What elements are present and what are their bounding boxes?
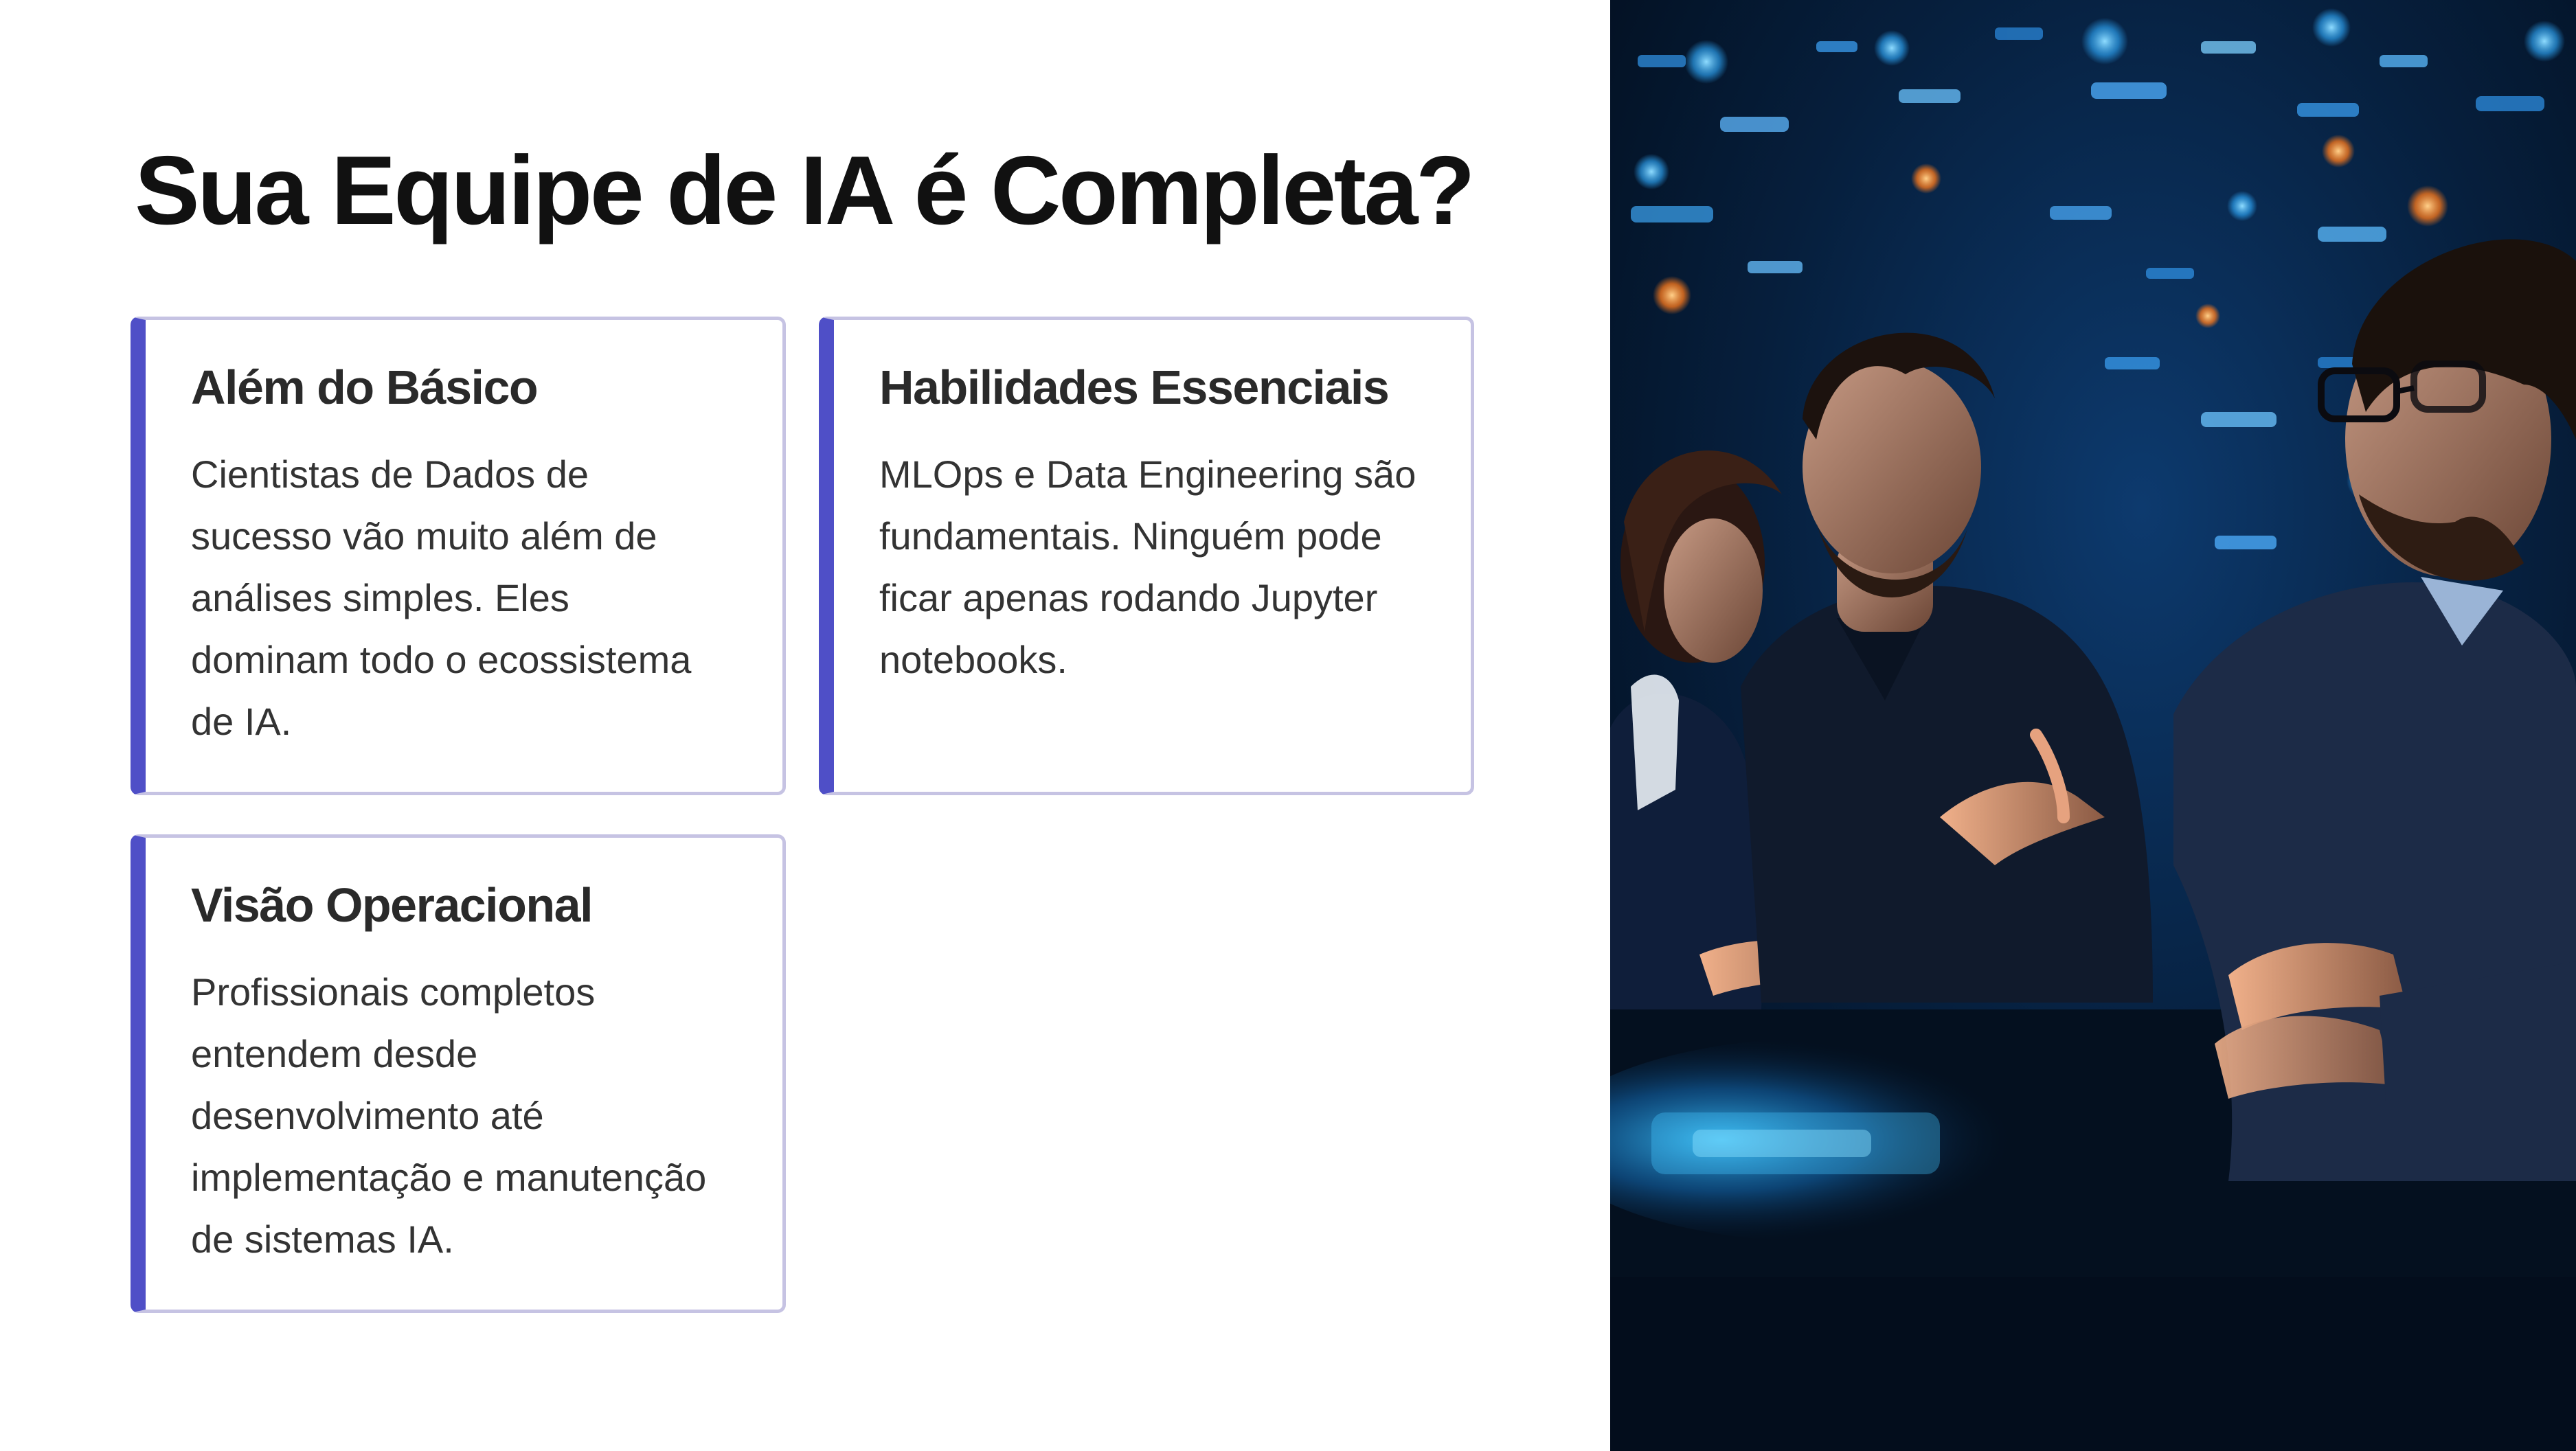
card-heading: Visão Operacional xyxy=(191,878,594,932)
card-body-line: ficar apenas rodando Jupyter xyxy=(879,576,1378,619)
card-body-line: sucesso vão muito além de xyxy=(191,514,657,558)
card-body-line: entendem desde xyxy=(191,1032,478,1075)
card-alem-do-basico: Além do Básico Cientistas de Dados de su… xyxy=(131,317,786,795)
card-body-line: MLOps e Data Engineering são xyxy=(879,453,1416,496)
card-heading: Além do Básico xyxy=(191,361,539,414)
card-body-line: análises simples. Eles xyxy=(191,576,569,619)
card-habilidades-essenciais: Habilidades Essenciais MLOps e Data Engi… xyxy=(819,317,1474,795)
card-body-line: Profissionais completos xyxy=(191,970,596,1014)
team-photo xyxy=(1610,0,2576,1451)
card-body-line: dominam todo o ecossistema xyxy=(191,638,692,681)
card-visao-operacional: Visão Operacional Profissionais completo… xyxy=(131,834,786,1313)
card-body: Profissionais completos entendem desde d… xyxy=(191,961,782,1270)
card-body-line: Cientistas de Dados de xyxy=(191,453,589,496)
card-body-line: implementação e manutenção xyxy=(191,1156,707,1199)
card-body: Cientistas de Dados de sucesso vão muito… xyxy=(191,444,782,753)
page-title: Sua Equipe de IA é Completa? xyxy=(135,136,1476,245)
photo-team-ai-lab-icon xyxy=(1610,0,2576,1451)
content-panel: Sua Equipe de IA é Completa? Além do Bás… xyxy=(0,0,1610,1451)
card-heading: Habilidades Essenciais xyxy=(879,361,1390,414)
card-body-line: notebooks. xyxy=(879,638,1067,681)
card-body-line: de IA. xyxy=(191,700,292,743)
card-body-line: de sistemas IA. xyxy=(191,1218,454,1261)
card-body-line: fundamentais. Ninguém pode xyxy=(879,514,1382,558)
card-body: MLOps e Data Engineering são fundamentai… xyxy=(879,444,1470,691)
card-body-line: desenvolvimento até xyxy=(191,1094,544,1137)
